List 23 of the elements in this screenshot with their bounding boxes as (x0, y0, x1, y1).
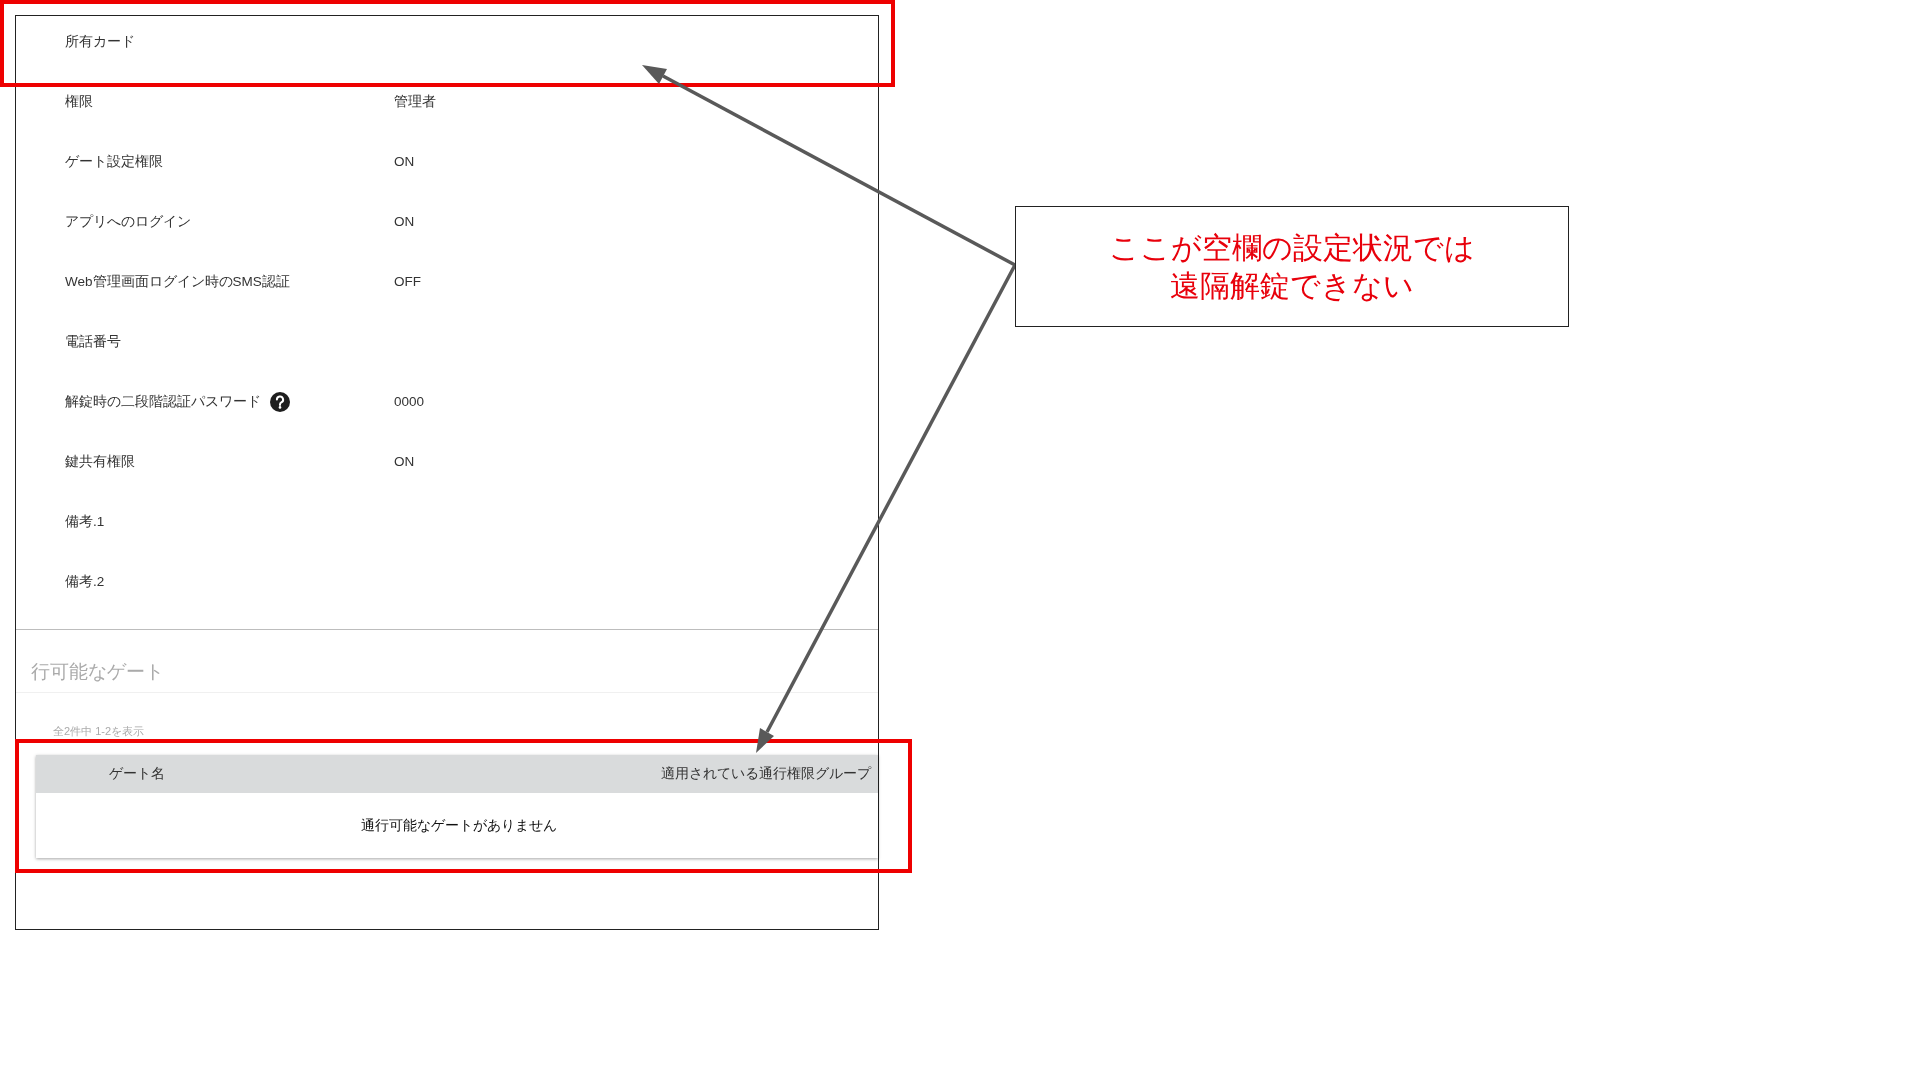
field-label: 所有カード (65, 33, 135, 51)
help-icon[interactable] (270, 392, 290, 412)
field-label: 電話番号 (65, 333, 121, 351)
callout-text: ここが空欄の設定状況では 遠隔解錠できない (1109, 229, 1475, 304)
field-value: OFF (394, 273, 421, 291)
field-value: ON (394, 453, 415, 471)
field-value: 0000 (394, 393, 425, 411)
field-label: 備考.1 (65, 513, 105, 531)
field-label: ゲート設定権限 (65, 153, 163, 171)
field-label: アプリへのログイン (65, 213, 191, 231)
column-header: 適用されている通行権限グループ (661, 765, 871, 783)
field-label: 鍵共有権限 (65, 453, 135, 471)
field-label: 解錠時の二段階認証パスワード (65, 393, 261, 411)
field-label: Web管理画面ログイン時のSMS認証 (65, 273, 290, 291)
field-value: 管理者 (394, 93, 436, 111)
field-value: ON (394, 213, 415, 231)
section-heading: 行可能なゲート (30, 660, 165, 684)
field-label: 権限 (65, 93, 93, 111)
result-count: 全2件中 1-2を表示 (52, 724, 146, 739)
column-header: ゲート名 (109, 765, 165, 783)
empty-message: 通行可能なゲートがありません (361, 816, 557, 835)
field-label: 備考.2 (65, 573, 105, 591)
field-value: ON (394, 153, 415, 171)
